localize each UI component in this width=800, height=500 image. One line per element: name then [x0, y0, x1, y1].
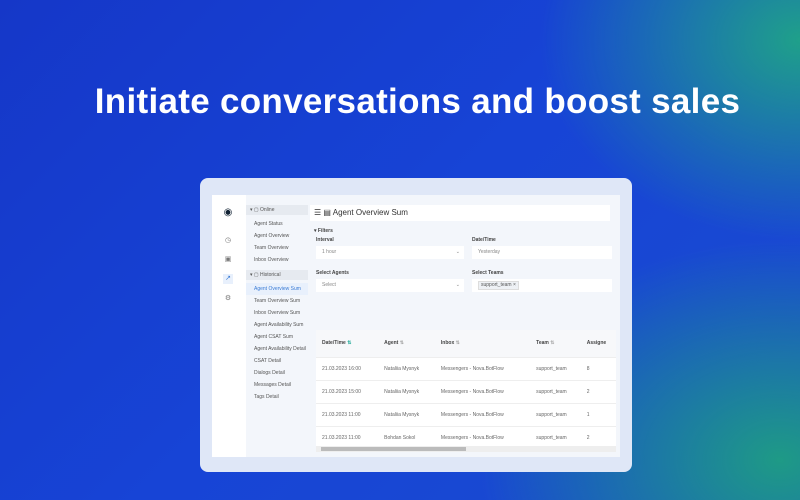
filters-label: Filters	[317, 228, 333, 234]
cell: 2	[580, 379, 616, 403]
header-label: Team	[536, 340, 549, 347]
nav-item[interactable]: Inbox Overview Sum	[246, 307, 308, 319]
page-header: ☰ ▤ Agent Overview Sum	[310, 205, 610, 221]
table-header: Date/Time ⇅ Agent ⇅ Inbox ⇅ Team ⇅ Assig…	[316, 330, 616, 357]
header-label: Inbox	[440, 340, 455, 347]
nav-item[interactable]: Team Overview Sum	[246, 295, 308, 307]
sort-icon[interactable]: ⇅	[550, 340, 554, 346]
horizontal-scrollbar[interactable]	[316, 446, 616, 452]
clock-icon[interactable]: ◷	[223, 236, 233, 246]
cell: support_team	[530, 379, 581, 403]
settings-icon[interactable]: ⚙	[223, 294, 233, 304]
group-label: Online	[260, 207, 275, 213]
cell: Messengers - Nova.BotFlow	[434, 379, 531, 403]
agents-label: Select Agents	[316, 270, 349, 276]
cell: 21.03.2023 16:00	[316, 356, 379, 380]
col-datetime[interactable]: Date/Time ⇅	[316, 330, 379, 357]
headline: Initiate conversations and boost sales	[94, 82, 741, 121]
cell: 1	[580, 402, 616, 426]
nav-item-active[interactable]: Agent Overview Sum	[246, 283, 308, 295]
group-label: Historical	[260, 272, 281, 278]
sort-icon[interactable]: ⇅	[456, 340, 460, 346]
datetime-label: Date/Time	[472, 237, 496, 243]
agents-select[interactable]: Select ⌄	[316, 279, 464, 292]
nav-item[interactable]: Agent Status	[246, 218, 308, 230]
group-online[interactable]: ▾ ▢ Online	[246, 205, 308, 215]
col-assigned[interactable]: Assigne	[580, 330, 616, 357]
agents-placeholder: Select	[322, 282, 336, 288]
team-chip[interactable]: support_team ×	[478, 281, 519, 290]
nav-item[interactable]: CSAT Detail	[246, 355, 308, 367]
teams-select[interactable]: support_team ×	[472, 279, 612, 292]
nav-item[interactable]: Dialogs Detail	[246, 367, 308, 379]
cell: Messengers - Nova.BotFlow	[434, 356, 531, 380]
col-team[interactable]: Team ⇅	[530, 330, 581, 357]
nav-item[interactable]: Team Overview	[246, 242, 308, 254]
chevron-down-icon: ⌄	[455, 282, 460, 288]
close-icon[interactable]: ×	[513, 282, 516, 288]
main-panel: ☰ ▤ Agent Overview Sum ▾ Filters Interva…	[310, 205, 616, 452]
menu-icon[interactable]: ☰	[314, 208, 321, 217]
nav-item[interactable]: Agent Availability Detail	[246, 343, 308, 355]
reports-icon[interactable]: ↗	[223, 274, 233, 284]
report-icon: ▤	[323, 208, 331, 217]
table-row: 21.03.2023 11:00 Nataliia Mysnyk Messenger…	[316, 402, 616, 426]
table-row: 21.03.2023 15:00 Nataliia Mysnyk Messenger…	[316, 379, 616, 403]
nav-item[interactable]: Messages Detail	[246, 379, 308, 391]
nav-item[interactable]: Agent CSAT Sum	[246, 331, 308, 343]
cell: Nataliia Mysnyk	[378, 402, 435, 426]
chip-label: support_team	[481, 282, 512, 288]
scrollbar-thumb[interactable]	[321, 447, 466, 451]
col-inbox[interactable]: Inbox ⇅	[434, 330, 531, 357]
cell: 21.03.2023 15:00	[316, 379, 379, 403]
report-nav: ▾ ▢ Online Agent Status Agent Overview T…	[246, 205, 308, 403]
contact-icon[interactable]: ▣	[223, 255, 233, 265]
chevron-down-icon: ⌄	[455, 249, 460, 255]
page-title: Agent Overview Sum	[332, 208, 408, 217]
interval-select[interactable]: 1 hour ⌄	[316, 246, 464, 259]
header-label: Agent	[384, 340, 399, 347]
datetime-select[interactable]: Yesterday	[472, 246, 612, 259]
nav-item[interactable]: Tags Detail	[246, 391, 308, 403]
nav-item[interactable]: Inbox Overview	[246, 254, 308, 266]
table-row: 21.03.2023 16:00 Nataliia Mysnyk Messenger…	[316, 356, 616, 380]
app-screenshot: ◉ ◷ ▣ ↗ ⚙ ▾ ▢ Online Agent Status Agent …	[212, 195, 620, 457]
interval-label: Interval	[316, 237, 334, 243]
teams-label: Select Teams	[472, 270, 504, 276]
cell: Nataliia Mysnyk	[378, 379, 435, 403]
filters-toggle[interactable]: ▾ Filters	[314, 228, 333, 234]
cell: Nataliia Mysnyk	[378, 356, 435, 380]
cell: 21.03.2023 11:00	[316, 402, 379, 426]
interval-value: 1 hour	[322, 249, 337, 255]
sort-icon[interactable]: ⇅	[347, 340, 351, 346]
cell: support_team	[530, 402, 581, 426]
cell: support_team	[530, 356, 581, 380]
nav-item[interactable]: Agent Availability Sum	[246, 319, 308, 331]
nav-item[interactable]: Agent Overview	[246, 230, 308, 242]
icon-rail: ◉ ◷ ▣ ↗ ⚙	[212, 195, 246, 457]
logo-icon: ◉	[223, 207, 233, 218]
sort-icon[interactable]: ⇅	[400, 340, 404, 346]
col-agent[interactable]: Agent ⇅	[378, 330, 435, 357]
cell: Messengers - Nova.BotFlow	[434, 402, 531, 426]
cell: 8	[580, 356, 616, 380]
report-table: Date/Time ⇅ Agent ⇅ Inbox ⇅ Team ⇅ Assig…	[316, 330, 616, 449]
group-historical[interactable]: ▾ ▢ Historical	[246, 270, 308, 280]
header-label: Date/Time	[322, 340, 346, 347]
